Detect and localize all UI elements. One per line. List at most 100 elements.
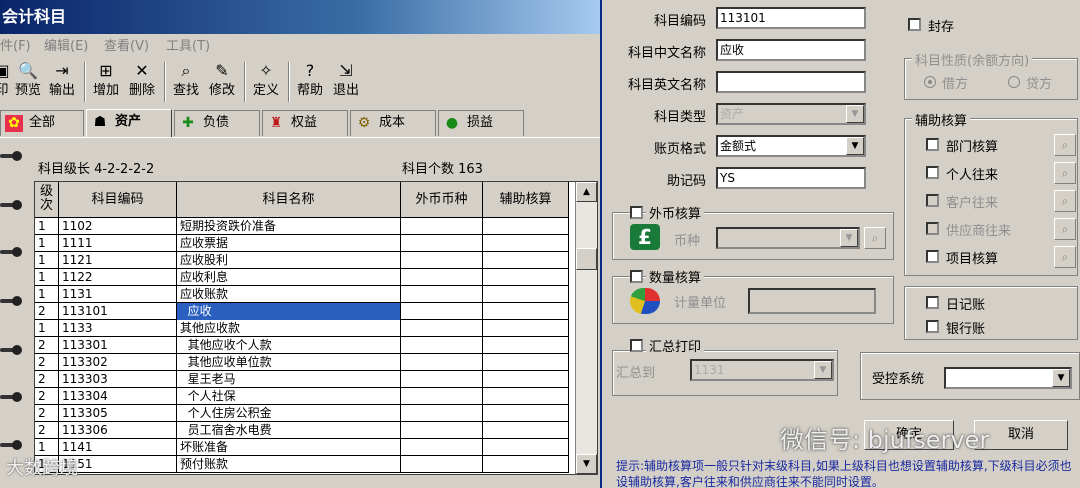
binder-ring-icon (0, 440, 22, 450)
table-row[interactable]: 2 113306 员工宿舍水电费 (35, 422, 569, 439)
search-icon: ⌕ (1061, 138, 1069, 152)
exit-icon: ⇲ (339, 61, 353, 80)
table-row[interactable]: 1 1131 应收账款 (35, 286, 569, 303)
currency-cell (401, 286, 483, 303)
table-row[interactable]: 1 1122 应收利息 (35, 269, 569, 286)
table-row[interactable]: 2 113303 星王老马 (35, 371, 569, 388)
currency-cell (401, 252, 483, 269)
code-cell: 113101 (59, 303, 177, 320)
header-level[interactable]: 级次 (35, 182, 59, 218)
export-button[interactable]: ⇥ 输出 (46, 60, 78, 104)
level-cell: 2 (35, 405, 59, 422)
dropdown-arrow-icon: ▼ (814, 361, 832, 379)
search-icon: ⌕ (1061, 222, 1069, 236)
arrow-down-icon: ▼ (583, 459, 590, 469)
corner-watermark: 大数跨境 (6, 458, 78, 479)
aux-project-checkbox[interactable] (926, 250, 939, 263)
table-row[interactable]: 1 1102 短期投资跌价准备 (35, 218, 569, 235)
table-row[interactable]: 2 113304 个人社保 (35, 388, 569, 405)
print-button[interactable]: ▣ 印 (0, 60, 10, 104)
level-cell: 2 (35, 371, 59, 388)
menu-view[interactable]: 查看(V) (104, 36, 149, 58)
fx-checkbox[interactable] (630, 206, 643, 219)
code-input[interactable]: 113101 (716, 7, 866, 29)
find-button[interactable]: ⌕ 查找 (170, 60, 202, 104)
tab-all[interactable]: ✿ 全部 (0, 110, 84, 136)
currency-cell (401, 388, 483, 405)
header-auxiliary[interactable]: 辅助核算 (483, 182, 569, 218)
name-cell: 应收 (177, 303, 401, 320)
tab-cost[interactable]: ⚙ 成本 (350, 110, 436, 136)
define-button[interactable]: ✧ 定义 (250, 60, 282, 104)
code-cell: 113301 (59, 337, 177, 354)
cn-name-input[interactable]: 应收 (716, 39, 866, 61)
seal-checkbox[interactable] (908, 18, 921, 31)
menu-file[interactable]: 件(F) (0, 36, 31, 58)
tab-asset[interactable]: ☗ 资产 (86, 109, 172, 137)
cn-name-label: 科目中文名称 (627, 46, 706, 61)
format-select[interactable]: 金额式 ▼ (716, 135, 866, 157)
tab-equity[interactable]: ♜ 权益 (262, 110, 348, 136)
delete-button[interactable]: ✕ 删除 (126, 60, 158, 104)
en-name-input[interactable] (716, 71, 866, 93)
name-cell: 应收账款 (177, 286, 401, 303)
help-button[interactable]: ? 帮助 (294, 60, 326, 104)
header-currency[interactable]: 外币币种 (401, 182, 483, 218)
level-cell: 1 (35, 320, 59, 337)
header-name[interactable]: 科目名称 (177, 182, 401, 218)
define-icon: ✧ (259, 61, 273, 80)
dropdown-arrow-icon: ▼ (840, 229, 858, 247)
aux-project-search-button[interactable]: ⌕ (1054, 246, 1076, 268)
mnemonic-input[interactable]: YS (716, 167, 866, 189)
bank-checkbox[interactable] (926, 320, 939, 333)
tab-liability[interactable]: ✚ 负债 (174, 110, 260, 136)
preview-icon: 🔍 (18, 61, 38, 80)
table-row[interactable]: 2 113301 其他应收个人款 (35, 337, 569, 354)
bank-label: 银行账 (946, 322, 986, 337)
name-cell: 预付账款 (177, 456, 401, 473)
level-cell: 2 (35, 388, 59, 405)
edit-button[interactable]: ✎ 修改 (206, 60, 238, 104)
aux-customer-search-button: ⌕ (1054, 190, 1076, 212)
auxiliary-cell (483, 320, 569, 337)
search-icon: ⌕ (1061, 250, 1069, 264)
header-code[interactable]: 科目编码 (59, 182, 177, 218)
aux-personal-label: 个人往来 (946, 168, 999, 183)
level-cell: 2 (35, 303, 59, 320)
table-row[interactable]: 2 113101 应收 (35, 303, 569, 320)
menu-bar: 件(F) 编辑(E) 查看(V) 工具(T) (0, 36, 600, 58)
dropdown-arrow-icon[interactable]: ▼ (1052, 369, 1070, 387)
summary-checkbox[interactable] (630, 339, 643, 352)
aux-personal-checkbox[interactable] (926, 166, 939, 179)
scroll-down-button[interactable]: ▼ (576, 454, 597, 474)
tab-profit-loss[interactable]: ● 损益 (438, 110, 524, 136)
dropdown-arrow-icon[interactable]: ▼ (846, 137, 864, 155)
preview-button[interactable]: 🔍 预览 (12, 60, 44, 104)
grid-scrollbar[interactable]: ▲ ▼ (575, 182, 597, 474)
name-cell: 应收票据 (177, 235, 401, 252)
profit-loss-icon: ● (445, 115, 459, 131)
name-cell: 个人社保 (177, 388, 401, 405)
auxiliary-cell (483, 405, 569, 422)
table-row[interactable]: 1 1111 应收票据 (35, 235, 569, 252)
quantity-checkbox[interactable] (630, 270, 643, 283)
scroll-up-button[interactable]: ▲ (576, 182, 597, 202)
aux-personal-search-button[interactable]: ⌕ (1054, 162, 1076, 184)
exit-button[interactable]: ⇲ 退出 (330, 60, 362, 104)
add-button[interactable]: ⊞ 增加 (90, 60, 122, 104)
table-row[interactable]: 2 113305 个人住房公积金 (35, 405, 569, 422)
controlled-select[interactable]: ▼ (944, 367, 1072, 389)
menu-edit[interactable]: 编辑(E) (44, 36, 88, 58)
aux-department-checkbox[interactable] (926, 138, 939, 151)
aux-department-search-button[interactable]: ⌕ (1054, 134, 1076, 156)
menu-tools[interactable]: 工具(T) (166, 36, 210, 58)
auxiliary-cell (483, 456, 569, 473)
table-row[interactable]: 2 113302 其他应收单位款 (35, 354, 569, 371)
scroll-thumb[interactable] (576, 248, 597, 270)
journal-checkbox[interactable] (926, 296, 939, 309)
type-label: 科目类型 (653, 110, 706, 125)
table-row[interactable]: 1 1141 坏账准备 (35, 439, 569, 456)
table-row[interactable]: 1 1151 预付账款 (35, 456, 569, 473)
table-row[interactable]: 1 1121 应收股利 (35, 252, 569, 269)
table-row[interactable]: 1 1133 其他应收款 (35, 320, 569, 337)
